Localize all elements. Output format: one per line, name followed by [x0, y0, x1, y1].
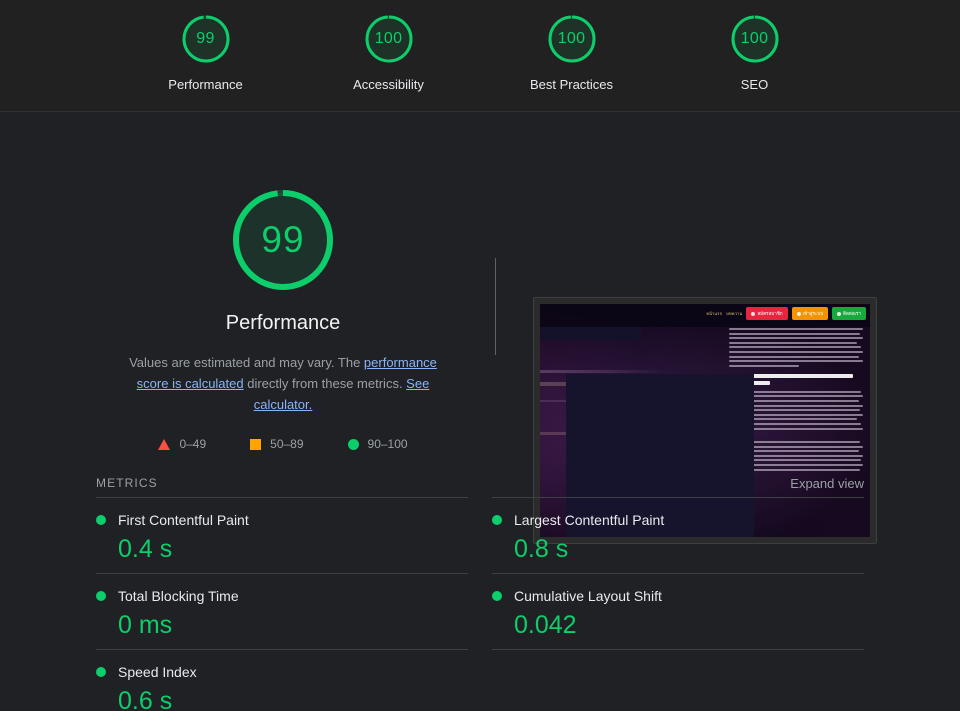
performance-gauge-score: 99 [261, 219, 305, 260]
login-icon [796, 311, 801, 316]
mini-gauge-ring: 100 [546, 13, 598, 65]
metric-speed-index[interactable]: Speed Index 0.6 s [96, 649, 468, 711]
description-part-2: directly from these metrics. [243, 376, 407, 391]
metric-label: Speed Index [118, 664, 197, 680]
metric-value: 0 ms [118, 611, 173, 639]
metric-value: 0.4 s [118, 535, 173, 563]
mini-gauge-ring: 99 [180, 13, 232, 65]
circle-icon [347, 438, 359, 450]
status-circle-icon [492, 591, 502, 601]
gauge-label: SEO [740, 77, 769, 92]
status-circle-icon [492, 515, 502, 525]
thumbnail-paragraph [729, 328, 864, 367]
performance-gauge-ring: 99 [228, 185, 338, 295]
user-icon [751, 311, 756, 316]
status-circle-icon [96, 667, 106, 677]
mini-gauge-score: 100 [557, 30, 586, 47]
performance-title: Performance [225, 312, 341, 334]
metric-placeholder [492, 649, 864, 711]
metric-largest-contentful-paint[interactable]: Largest Contentful Paint 0.8 s [492, 497, 864, 573]
metric-value: 0.8 s [514, 535, 569, 563]
metrics-section-title: METRICS [96, 476, 158, 490]
description-part-1: Values are estimated and may vary. The [129, 355, 364, 370]
metric-label: Largest Contentful Paint [514, 512, 665, 528]
score-legend: 0–49 50–89 90–100 [158, 437, 408, 451]
mini-gauge-score: 100 [740, 30, 769, 47]
metrics-section: METRICS Expand view First Contentful Pai… [0, 467, 960, 711]
metric-label: Total Blocking Time [118, 588, 239, 604]
thumbnail-contact-button: ติดต่อเรา [832, 307, 866, 320]
metrics-header: METRICS Expand view [96, 467, 864, 497]
legend-range: 50–89 [270, 437, 304, 451]
gauge-performance[interactable]: 99 Performance [144, 13, 267, 92]
metric-value: 0.042 [514, 611, 577, 639]
mini-gauge-score: 99 [196, 30, 215, 47]
legend-range: 90–100 [367, 437, 408, 451]
performance-hero: 99 Performance Values are estimated and … [0, 112, 960, 544]
triangle-icon [158, 438, 171, 450]
legend-item-average: 50–89 [250, 437, 304, 451]
metric-total-blocking-time[interactable]: Total Blocking Time 0 ms [96, 573, 468, 649]
thumbnail-nav-items: หน้าแรก บทความ สมัครสมาชิก เข้าสู่ระบบ ต… [706, 307, 866, 320]
status-circle-icon [96, 515, 106, 525]
gauge-label: Accessibility [353, 77, 424, 92]
legend-range: 0–49 [179, 437, 207, 451]
expand-view-toggle[interactable]: Expand view [790, 476, 864, 491]
thumbnail-login-label: เข้าสู่ระบบ [802, 311, 824, 316]
metrics-grid: First Contentful Paint 0.4 s Largest Con… [96, 497, 864, 711]
gauge-list: 99 Performance 100 Accessibility 100 Bes… [0, 0, 960, 92]
metric-label: Cumulative Layout Shift [514, 588, 662, 604]
mini-gauge-score: 100 [374, 30, 403, 47]
thumbnail-nav-link-home: หน้าแรก [706, 311, 723, 316]
gauge-seo[interactable]: 100 SEO [693, 13, 816, 92]
thumbnail-login-button: เข้าสู่ระบบ [791, 307, 829, 320]
metric-cumulative-layout-shift[interactable]: Cumulative Layout Shift 0.042 [492, 573, 864, 649]
gauge-best-practices[interactable]: 100 Best Practices [510, 13, 633, 92]
metric-label: First Contentful Paint [118, 512, 249, 528]
thumbnail-register-label: สมัครสมาชิก [757, 311, 783, 316]
square-icon [250, 438, 262, 450]
metric-first-contentful-paint[interactable]: First Contentful Paint 0.4 s [96, 497, 468, 573]
performance-summary: 99 Performance Values are estimated and … [96, 185, 470, 451]
score-summary-bar: 99 Performance 100 Accessibility 100 Bes… [0, 0, 960, 112]
gauge-accessibility[interactable]: 100 Accessibility [327, 13, 450, 92]
thumbnail-register-button: สมัครสมาชิก [746, 307, 788, 320]
gauge-label: Performance [168, 77, 243, 92]
performance-description: Values are estimated and may vary. The p… [118, 352, 448, 415]
phone-icon [837, 311, 842, 316]
hero-divider [495, 258, 496, 355]
legend-item-pass: 90–100 [347, 437, 408, 451]
lighthouse-report: 99 Performance 100 Accessibility 100 Bes… [0, 0, 960, 711]
thumbnail-contact-label: ติดต่อเรา [843, 311, 861, 316]
status-circle-icon [96, 591, 106, 601]
gauge-label: Best Practices [529, 77, 614, 92]
mini-gauge-ring: 100 [363, 13, 415, 65]
thumbnail-hero-block [541, 326, 641, 340]
thumbnail-nav-link-articles: บทความ [726, 311, 743, 316]
legend-item-fail: 0–49 [158, 437, 206, 451]
mini-gauge-ring: 100 [729, 13, 781, 65]
metric-value: 0.6 s [118, 687, 173, 711]
